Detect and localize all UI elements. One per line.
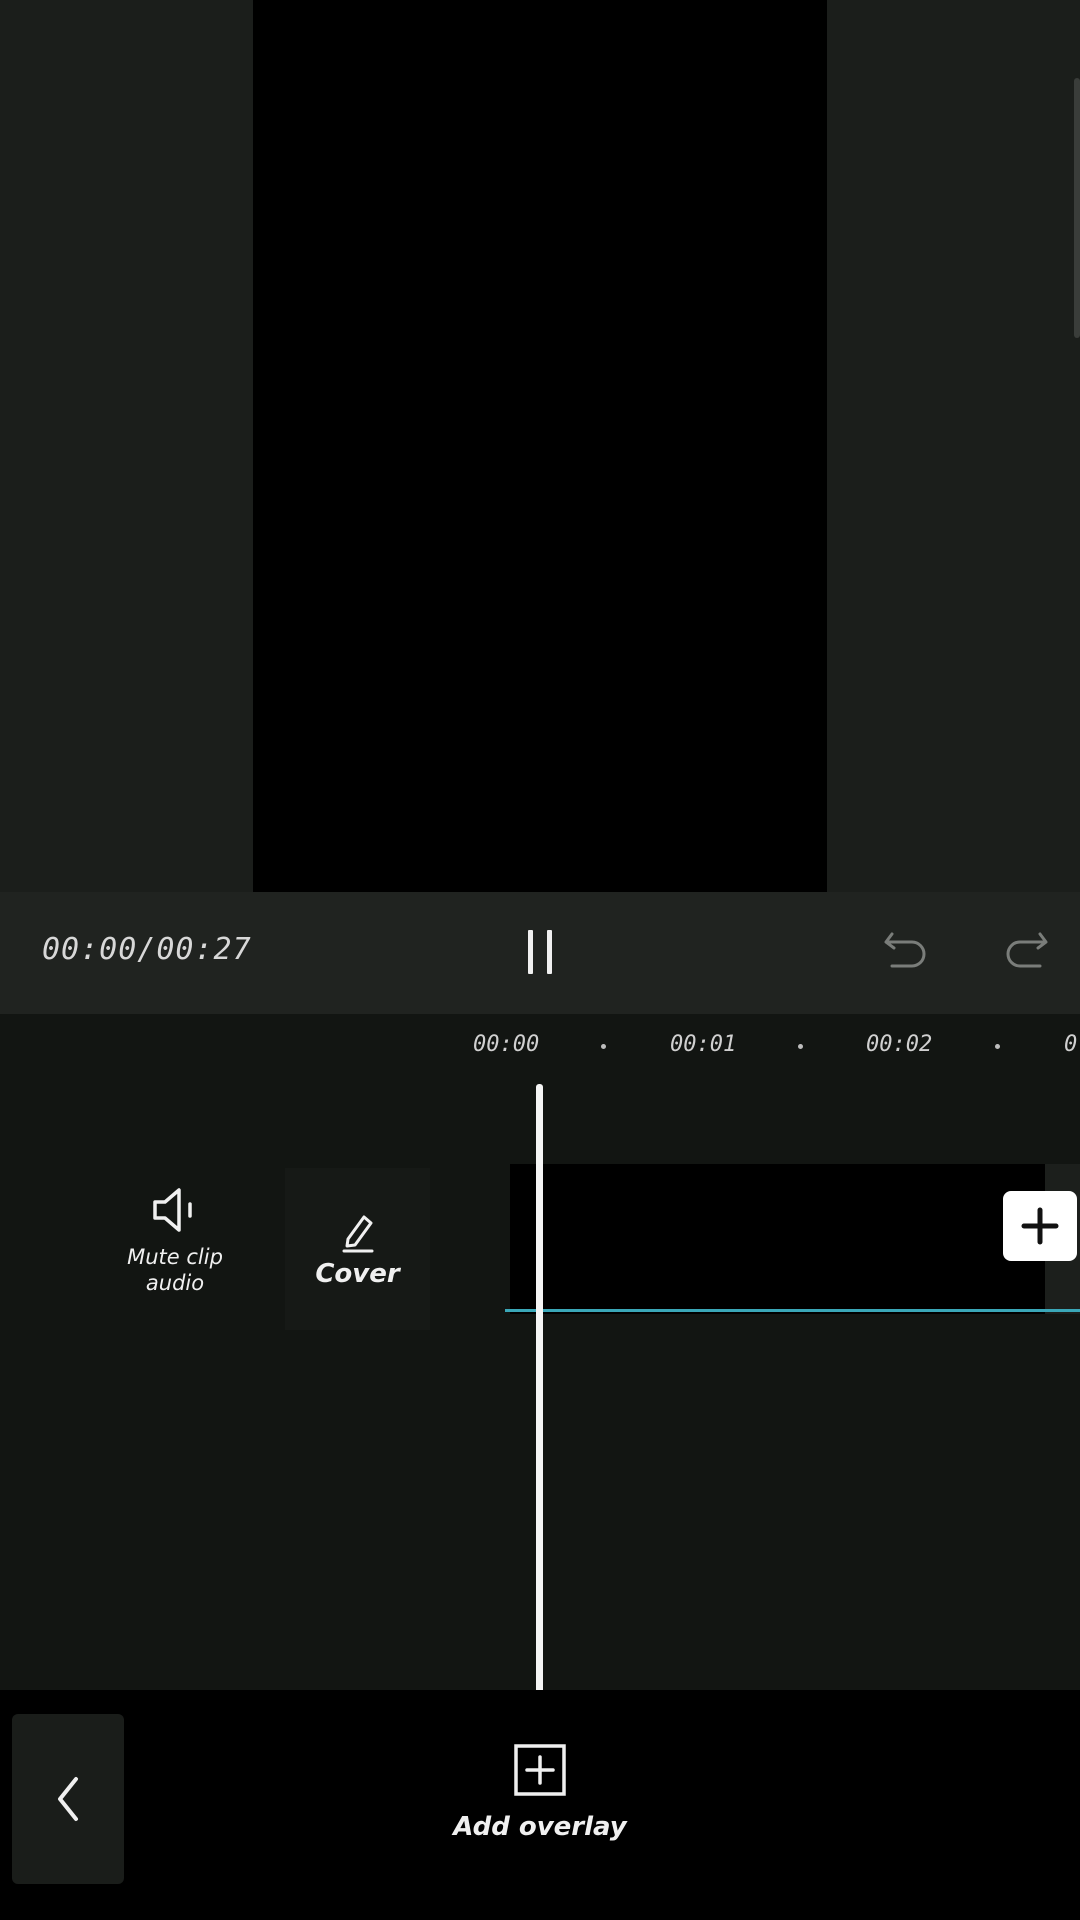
pause-icon [521,930,559,974]
tick-label: 00:00 [473,1032,540,1057]
add-box-icon [514,1744,566,1796]
scrollbar[interactable] [1074,78,1080,338]
bottom-toolbar: Add overlay [0,1690,1080,1920]
track-tools: Mute clip audio Cover [0,1074,500,1690]
mute-clip-audio-label: Mute clip audio [127,1245,223,1295]
add-overlay-label: Add overlay [453,1812,627,1842]
tick-dot [601,1044,606,1049]
video-clip[interactable] [510,1164,1045,1314]
video-preview[interactable] [253,0,827,892]
mute-clip-audio-button[interactable]: Mute clip audio [100,1184,250,1296]
playback-bar: 00:00/00:27 [0,892,1080,1014]
add-overlay-button[interactable]: Add overlay [440,1742,640,1842]
timecode: 00:00/00:27 [42,932,252,967]
tick-dot [995,1044,1000,1049]
playhead[interactable] [536,1084,543,1704]
tick-label: 00:02 [866,1032,933,1057]
preview-area [0,0,1080,892]
audio-track-line [505,1309,1080,1312]
editor-screen: 00:00/00:27 00:00 00:01 00:02 0 Mute cli… [0,0,1080,1920]
back-button[interactable] [12,1714,124,1884]
redo-button[interactable] [996,920,1056,980]
speaker-icon [153,1188,192,1232]
plus-icon [1021,1207,1059,1245]
time-ruler: 00:00 00:01 00:02 0 [0,1014,1080,1074]
redo-icon [1006,932,1048,968]
cover-label: Cover [315,1259,400,1289]
tick-dot [798,1044,803,1049]
timeline[interactable]: 00:00 00:01 00:02 0 Mute clip audio Cove… [0,1014,1080,1704]
undo-icon [884,932,926,968]
chevron-left-icon [58,1777,78,1821]
tick-label: 0 [1064,1032,1078,1057]
cover-button[interactable]: Cover [285,1168,430,1330]
pencil-icon [342,1215,373,1253]
add-clip-button[interactable] [1003,1191,1077,1261]
pause-button[interactable] [512,922,568,982]
undo-button[interactable] [876,920,936,980]
tick-label: 00:01 [670,1032,737,1057]
